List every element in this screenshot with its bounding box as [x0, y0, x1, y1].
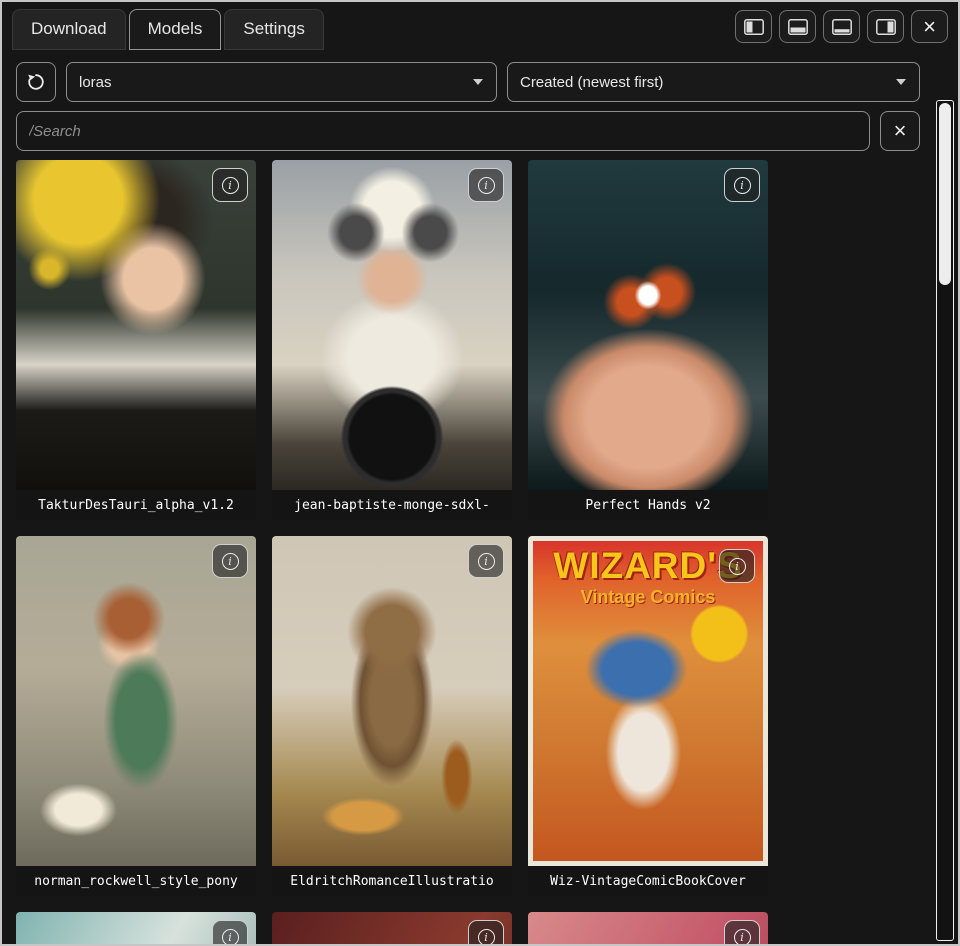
model-card[interactable]: i Perfect Hands v2 [528, 160, 768, 520]
models-toolbar: loras Created (newest first) [16, 62, 920, 102]
panel-split-left-button[interactable] [735, 10, 772, 43]
model-type-select[interactable]: loras [66, 62, 497, 102]
info-icon: i [729, 558, 746, 575]
model-card[interactable]: i [272, 912, 512, 944]
clear-search-icon: × [894, 120, 907, 142]
model-thumbnail: i [16, 536, 256, 866]
model-info-button[interactable]: i [724, 168, 760, 202]
model-name-label: Wiz-VintageComicBookCover [528, 866, 768, 896]
model-card[interactable]: i norman_rockwell_style_pony [16, 536, 256, 896]
panel-dock-bottom-button[interactable] [779, 10, 816, 43]
model-card[interactable]: i EldritchRomanceIllustratio [272, 536, 512, 896]
tab-download[interactable]: Download [12, 9, 126, 50]
thumbnail-overlay-subtitle: Vintage Comics [533, 587, 763, 608]
info-icon: i [222, 929, 239, 945]
sort-select-wrap: Created (newest first) [507, 62, 920, 102]
model-info-button[interactable]: i [719, 549, 755, 583]
refresh-icon [26, 72, 46, 92]
model-thumbnail: i [16, 912, 256, 944]
model-card[interactable]: i [16, 912, 256, 944]
model-card[interactable]: i TakturDesTauri_alpha_v1.2 [16, 160, 256, 520]
model-info-button[interactable]: i [468, 544, 504, 578]
close-window-button[interactable]: × [911, 10, 948, 43]
panel-dock-bottom-wide-icon [832, 19, 852, 35]
model-name-label: norman_rockwell_style_pony [16, 866, 256, 896]
model-info-button[interactable]: i [212, 544, 248, 578]
panel-dock-bottom-icon [788, 19, 808, 35]
model-name-label: TakturDesTauri_alpha_v1.2 [16, 490, 256, 520]
close-icon: × [923, 16, 936, 38]
tab-models[interactable]: Models [129, 9, 222, 50]
window-controls: × [735, 10, 948, 43]
model-name-label: Perfect Hands v2 [528, 490, 768, 520]
info-icon: i [734, 177, 751, 194]
panel-split-left-icon [744, 19, 764, 35]
model-browser-window: Download Models Settings [0, 0, 960, 946]
model-info-button[interactable]: i [212, 168, 248, 202]
model-thumbnail: WIZARD'S Vintage Comics i [528, 536, 768, 866]
info-icon: i [478, 553, 495, 570]
models-panel: loras Created (newest first) × i TakturD… [2, 50, 958, 944]
model-thumbnail: i [528, 912, 768, 944]
panel-split-right-icon [876, 19, 896, 35]
model-name-label: EldritchRomanceIllustratio [272, 866, 512, 896]
model-card[interactable]: i [528, 912, 768, 944]
search-row: × [16, 111, 920, 151]
scrollbar-track[interactable] [936, 100, 954, 941]
model-name-label: jean-baptiste-monge-sdxl- [272, 490, 512, 520]
model-card[interactable]: WIZARD'S Vintage Comics i Wiz-VintageCom… [528, 536, 768, 896]
model-thumbnail: i [528, 160, 768, 490]
info-icon: i [478, 929, 495, 945]
model-info-button[interactable]: i [724, 920, 760, 944]
model-info-button[interactable]: i [468, 168, 504, 202]
model-card[interactable]: i jean-baptiste-monge-sdxl- [272, 160, 512, 520]
info-icon: i [222, 177, 239, 194]
refresh-models-button[interactable] [16, 62, 56, 102]
model-thumbnail: i [16, 160, 256, 490]
clear-search-button[interactable]: × [880, 111, 920, 151]
model-info-button[interactable]: i [468, 920, 504, 944]
panel-split-right-button[interactable] [867, 10, 904, 43]
sort-select[interactable]: Created (newest first) [507, 62, 920, 102]
model-thumbnail: i [272, 160, 512, 490]
panel-dock-bottom-wide-button[interactable] [823, 10, 860, 43]
info-icon: i [222, 553, 239, 570]
info-icon: i [734, 929, 751, 945]
search-input[interactable] [16, 111, 870, 151]
scrollbar-thumb[interactable] [939, 103, 951, 285]
model-info-button[interactable]: i [212, 920, 248, 944]
model-type-select-wrap: loras [66, 62, 497, 102]
model-grid: i TakturDesTauri_alpha_v1.2 i jean-bapti… [16, 160, 920, 944]
model-thumbnail: i [272, 536, 512, 866]
info-icon: i [478, 177, 495, 194]
model-thumbnail: i [272, 912, 512, 944]
tab-bar: Download Models Settings [2, 2, 958, 50]
tab-settings[interactable]: Settings [224, 9, 323, 50]
